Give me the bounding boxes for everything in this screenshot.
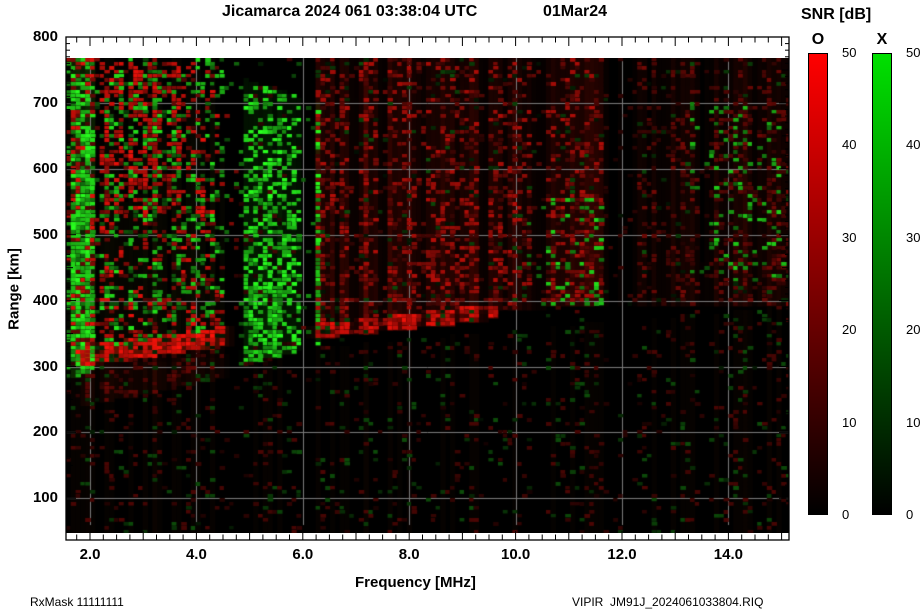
x-axis-label: Frequency [MHz] <box>355 574 476 591</box>
x-tick-label: 10.0 <box>492 546 540 563</box>
colorbar-o-gradient <box>808 53 828 515</box>
x-tick-label: 8.0 <box>385 546 433 563</box>
colorbar-tick-label: 0 <box>842 507 868 522</box>
colorbar-title: SNR [dB] <box>801 6 871 24</box>
colorbar-tick-label: 10 <box>842 415 868 430</box>
colorbar-tick-label: 50 <box>906 45 922 60</box>
colorbar-tick-label: 20 <box>842 322 868 337</box>
colorbar-tick-label: 20 <box>906 322 922 337</box>
rxmask-text: RxMask 11111111 <box>30 595 124 609</box>
y-tick-label: 600 <box>12 160 58 177</box>
y-tick-label: 200 <box>12 423 58 440</box>
colorbar-o-mode-label: O <box>808 31 828 49</box>
y-axis-label: Range [km] <box>6 248 23 330</box>
x-tick-label: 12.0 <box>598 546 646 563</box>
y-tick-label: 100 <box>12 489 58 506</box>
colorbar-x-gradient <box>872 53 892 515</box>
ionogram-canvas <box>66 58 789 533</box>
colorbar-tick-label: 10 <box>906 415 922 430</box>
colorbar-tick-label: 50 <box>842 45 868 60</box>
ionogram-screenshot: Jicamarca 2024 061 03:38:04 UTC 01Mar24 … <box>0 0 922 614</box>
plot-title: Jicamarca 2024 061 03:38:04 UTC <box>222 3 477 21</box>
y-tick-label: 300 <box>12 358 58 375</box>
plot-date: 01Mar24 <box>543 3 607 21</box>
x-tick-label: 6.0 <box>279 546 327 563</box>
y-tick-label: 500 <box>12 226 58 243</box>
colorbar-tick-label: 30 <box>842 230 868 245</box>
colorbar-tick-label: 40 <box>842 137 868 152</box>
y-tick-label: 700 <box>12 94 58 111</box>
colorbar-tick-label: 30 <box>906 230 922 245</box>
x-tick-label: 2.0 <box>66 546 114 563</box>
filename-text: VIPIR JM91J_2024061033804.RIQ <box>572 595 763 609</box>
colorbar-x-mode-label: X <box>872 31 892 49</box>
colorbar-tick-label: 0 <box>906 507 922 522</box>
x-tick-label: 14.0 <box>704 546 752 563</box>
y-tick-label: 800 <box>12 28 58 45</box>
colorbar-tick-label: 40 <box>906 137 922 152</box>
x-tick-label: 4.0 <box>172 546 220 563</box>
